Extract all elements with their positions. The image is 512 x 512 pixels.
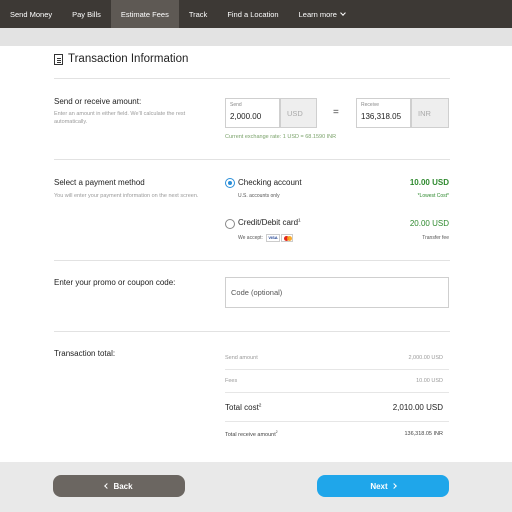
chevron-right-icon — [390, 483, 397, 489]
header-band — [0, 28, 512, 46]
checking-account-price: 10.00 USD — [409, 178, 449, 187]
fees-value: 10.00 USD — [416, 378, 443, 384]
lowest-cost-badge: *Lowest Cost* — [417, 193, 449, 199]
page-title-row: Transaction Information — [54, 53, 188, 65]
next-button-label: Next — [370, 481, 388, 491]
footnote-marker: 2 — [275, 430, 278, 434]
total-cost-label: Total cost2 — [225, 403, 261, 412]
credit-debit-card-text: Credit/Debit card — [238, 218, 299, 227]
nav-pay-bills[interactable]: Pay Bills — [62, 0, 111, 28]
checking-account-sub: U.S. accounts only — [238, 193, 280, 199]
send-value: 2,000.00 — [230, 112, 262, 121]
divider — [54, 331, 450, 332]
divider — [54, 78, 450, 79]
exchange-rate: Current exchange rate: 1 USD = 68.1590 I… — [225, 134, 337, 140]
total-receive-label: Total receive amount2 — [225, 430, 278, 438]
chevron-down-icon — [340, 10, 346, 16]
nav-find-location[interactable]: Find a Location — [217, 0, 288, 28]
subdivider — [225, 392, 449, 393]
total-receive-value: 136,318.05 INR — [404, 431, 443, 437]
credit-card-price: 20.00 USD — [409, 219, 449, 228]
amount-section-desc: Enter an amount in either field. We'll c… — [54, 111, 186, 125]
chevron-left-icon — [104, 483, 111, 489]
mastercard-icon — [281, 234, 293, 242]
send-amount-field[interactable]: Send 2,000.00 — [225, 98, 280, 128]
credit-debit-card-label[interactable]: Credit/Debit card1 — [238, 218, 301, 227]
back-button[interactable]: Back — [53, 475, 185, 497]
top-nav: Send Money Pay Bills Estimate Fees Track… — [0, 0, 512, 28]
payment-section-desc: You will enter your payment information … — [54, 193, 199, 199]
total-cost-value: 2,010.00 USD — [392, 403, 443, 412]
send-amount-label: Send amount — [225, 355, 258, 361]
promo-code-input[interactable] — [225, 277, 449, 308]
receive-value: 136,318.05 — [361, 112, 402, 121]
subdivider — [225, 369, 449, 370]
document-icon — [54, 53, 63, 65]
receive-amount-field[interactable]: Receive 136,318.05 — [356, 98, 411, 128]
we-accept-label: We accept: — [238, 235, 263, 241]
total-receive-text: Total receive amount — [225, 431, 276, 438]
send-label: Send — [230, 102, 242, 108]
footnote-marker: 2 — [258, 403, 262, 409]
payment-section-title: Select a payment method — [54, 178, 145, 187]
radio-checking-account[interactable] — [225, 178, 235, 188]
send-amount-value: 2,000.00 USD — [408, 355, 443, 361]
next-button[interactable]: Next — [317, 475, 449, 497]
nav-estimate-fees[interactable]: Estimate Fees — [110, 0, 179, 28]
nav-track[interactable]: Track — [179, 0, 217, 28]
receive-label: Receive — [361, 102, 380, 108]
transfer-fee-note: Transfer fee — [422, 235, 449, 241]
checking-account-label[interactable]: Checking account — [238, 178, 302, 187]
total-cost-text: Total cost — [225, 403, 259, 412]
footnote-marker: 1 — [298, 218, 301, 224]
subdivider — [225, 421, 449, 422]
nav-learn-more-label: Learn more — [298, 9, 337, 19]
visa-card-icon: VISA — [266, 234, 280, 242]
nav-send-money[interactable]: Send Money — [0, 0, 62, 28]
fees-label: Fees — [225, 378, 238, 384]
radio-credit-debit-card[interactable] — [225, 219, 235, 229]
promo-section-title: Enter your promo or coupon code: — [54, 278, 176, 287]
send-currency: USD — [280, 98, 317, 128]
totals-section-title: Transaction total: — [54, 349, 116, 358]
equals-sign: = — [333, 107, 339, 118]
back-button-label: Back — [113, 481, 133, 491]
divider — [54, 260, 450, 261]
receive-currency: INR — [411, 98, 449, 128]
amount-section-title: Send or receive amount: — [54, 97, 142, 106]
page-title: Transaction Information — [68, 53, 189, 65]
nav-learn-more[interactable]: Learn more — [289, 0, 355, 28]
divider — [54, 159, 450, 160]
